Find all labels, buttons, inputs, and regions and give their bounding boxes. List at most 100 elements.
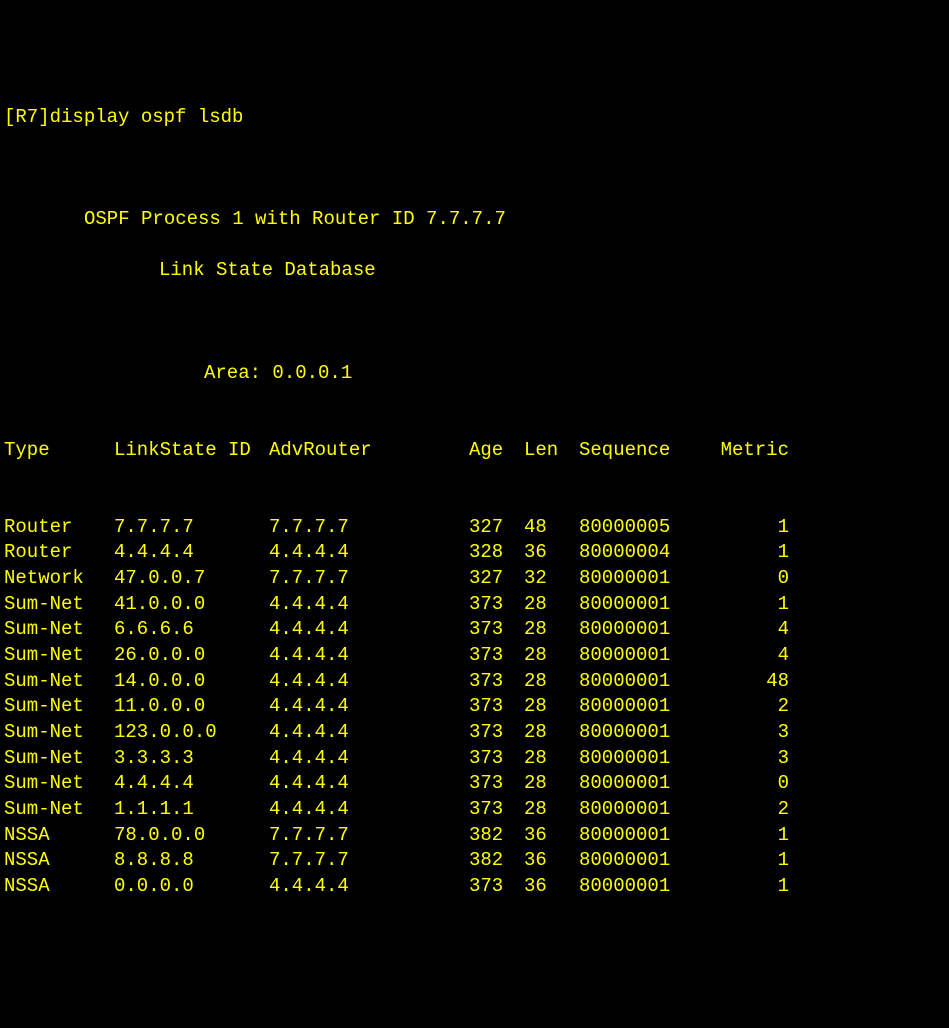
cell-len: 28	[524, 643, 579, 669]
cell-age: 373	[469, 771, 524, 797]
col-adv: AdvRouter	[269, 438, 469, 464]
cell-lsid: 4.4.4.4	[114, 771, 269, 797]
cell-metric: 4	[709, 617, 789, 643]
cell-type: Sum-Net	[4, 669, 114, 695]
cell-metric: 1	[709, 540, 789, 566]
cell-metric: 3	[709, 746, 789, 772]
cell-lsid: 4.4.4.4	[114, 540, 269, 566]
cell-len: 28	[524, 617, 579, 643]
cell-age: 373	[469, 874, 524, 900]
cell-type: Sum-Net	[4, 694, 114, 720]
cell-lsid: 1.1.1.1	[114, 797, 269, 823]
table-row: Router4.4.4.44.4.4.432836800000041	[4, 540, 945, 566]
col-lsid: LinkState ID	[114, 438, 269, 464]
table-row: Sum-Net6.6.6.64.4.4.437328800000014	[4, 617, 945, 643]
cell-adv: 4.4.4.4	[269, 669, 469, 695]
cell-metric: 1	[709, 592, 789, 618]
blank-line	[4, 156, 945, 182]
table-header-row: TypeLinkState IDAdvRouterAgeLenSequenceM…	[4, 438, 945, 464]
cell-len: 28	[524, 746, 579, 772]
table-row: NSSA0.0.0.04.4.4.437336800000011	[4, 874, 945, 900]
table-row: NSSA78.0.0.07.7.7.738236800000011	[4, 823, 945, 849]
table-row: NSSA8.8.8.87.7.7.738236800000011	[4, 848, 945, 874]
cell-adv: 7.7.7.7	[269, 848, 469, 874]
cell-type: Sum-Net	[4, 720, 114, 746]
table-row: Sum-Net4.4.4.44.4.4.437328800000010	[4, 771, 945, 797]
cell-len: 28	[524, 771, 579, 797]
cell-len: 32	[524, 566, 579, 592]
cell-adv: 4.4.4.4	[269, 617, 469, 643]
cell-seq: 80000001	[579, 617, 709, 643]
cell-lsid: 11.0.0.0	[114, 694, 269, 720]
cell-adv: 4.4.4.4	[269, 797, 469, 823]
lsdb-table-body: Router7.7.7.77.7.7.732748800000051Router…	[4, 515, 945, 900]
cell-type: NSSA	[4, 848, 114, 874]
cell-age: 373	[469, 694, 524, 720]
cell-age: 327	[469, 566, 524, 592]
cell-len: 28	[524, 592, 579, 618]
cell-seq: 80000001	[579, 848, 709, 874]
cell-len: 28	[524, 797, 579, 823]
cell-age: 373	[469, 617, 524, 643]
cell-metric: 2	[709, 797, 789, 823]
blank-line	[4, 310, 945, 336]
cell-lsid: 41.0.0.0	[114, 592, 269, 618]
cell-len: 48	[524, 515, 579, 541]
table-row: Sum-Net26.0.0.04.4.4.437328800000014	[4, 643, 945, 669]
cell-age: 373	[469, 746, 524, 772]
cell-type: Router	[4, 515, 114, 541]
cell-metric: 4	[709, 643, 789, 669]
col-age: Age	[469, 438, 524, 464]
cell-metric: 48	[709, 669, 789, 695]
cell-lsid: 0.0.0.0	[114, 874, 269, 900]
cell-seq: 80000001	[579, 797, 709, 823]
cell-type: Sum-Net	[4, 643, 114, 669]
command-prompt-line[interactable]: [R7]display ospf lsdb	[4, 105, 945, 131]
cell-adv: 7.7.7.7	[269, 515, 469, 541]
cell-metric: 1	[709, 874, 789, 900]
cell-adv: 4.4.4.4	[269, 540, 469, 566]
col-type: Type	[4, 438, 114, 464]
cell-lsid: 26.0.0.0	[114, 643, 269, 669]
cell-adv: 4.4.4.4	[269, 720, 469, 746]
cell-lsid: 47.0.0.7	[114, 566, 269, 592]
cell-seq: 80000001	[579, 669, 709, 695]
table-row: Sum-Net41.0.0.04.4.4.437328800000011	[4, 592, 945, 618]
cell-lsid: 3.3.3.3	[114, 746, 269, 772]
cell-seq: 80000001	[579, 694, 709, 720]
cell-metric: 1	[709, 515, 789, 541]
col-seq: Sequence	[579, 438, 709, 464]
cell-age: 328	[469, 540, 524, 566]
cell-lsid: 8.8.8.8	[114, 848, 269, 874]
cell-adv: 4.4.4.4	[269, 874, 469, 900]
ospf-process-line: OSPF Process 1 with Router ID 7.7.7.7	[4, 207, 945, 233]
cell-age: 382	[469, 848, 524, 874]
col-metric: Metric	[709, 438, 789, 464]
area-line: Area: 0.0.0.1	[4, 361, 945, 387]
cell-seq: 80000004	[579, 540, 709, 566]
table-row: Router7.7.7.77.7.7.732748800000051	[4, 515, 945, 541]
cell-seq: 80000001	[579, 771, 709, 797]
lsdb-subtitle-line: Link State Database	[4, 258, 945, 284]
cell-len: 36	[524, 848, 579, 874]
cell-metric: 0	[709, 566, 789, 592]
cell-adv: 4.4.4.4	[269, 643, 469, 669]
cell-age: 373	[469, 592, 524, 618]
cell-len: 28	[524, 694, 579, 720]
cell-len: 36	[524, 823, 579, 849]
cell-adv: 4.4.4.4	[269, 771, 469, 797]
cell-seq: 80000001	[579, 746, 709, 772]
cell-seq: 80000001	[579, 566, 709, 592]
cell-lsid: 14.0.0.0	[114, 669, 269, 695]
table-row: Sum-Net123.0.0.04.4.4.437328800000013	[4, 720, 945, 746]
table-row: Sum-Net14.0.0.04.4.4.4373288000000148	[4, 669, 945, 695]
cell-age: 373	[469, 720, 524, 746]
table-row: Network47.0.0.77.7.7.732732800000010	[4, 566, 945, 592]
col-len: Len	[524, 438, 579, 464]
cell-len: 28	[524, 720, 579, 746]
cell-seq: 80000001	[579, 643, 709, 669]
cell-type: Sum-Net	[4, 797, 114, 823]
cell-lsid: 7.7.7.7	[114, 515, 269, 541]
cell-metric: 1	[709, 848, 789, 874]
cell-lsid: 123.0.0.0	[114, 720, 269, 746]
